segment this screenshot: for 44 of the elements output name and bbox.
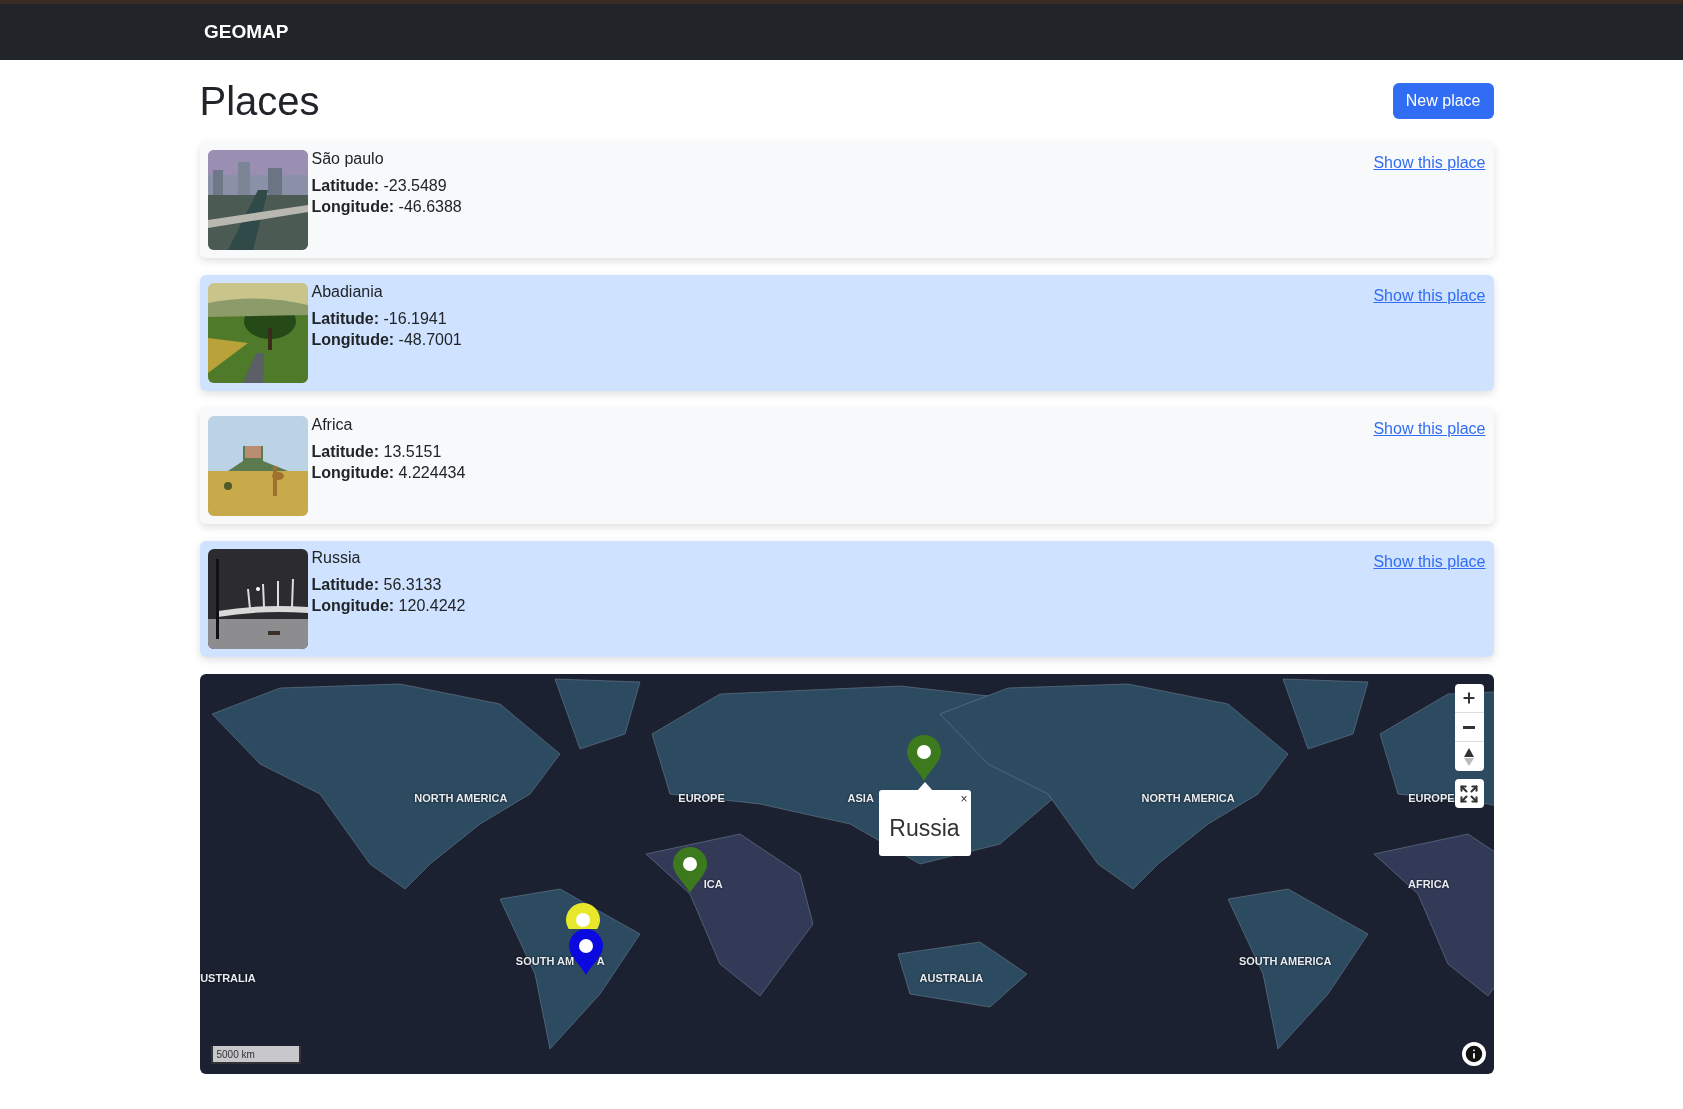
- longitude-text: Longitude: -46.6388: [311, 198, 462, 216]
- map-label: ASIA: [847, 791, 874, 804]
- compass-icon: [1463, 746, 1475, 767]
- map-label: A: [596, 955, 605, 968]
- map-label: AUSTRALIA: [919, 972, 984, 985]
- place-name: São paulo: [311, 150, 385, 168]
- latitude-text: Latitude: -16.1941: [311, 310, 448, 328]
- latitude-text: Latitude: 56.3133: [311, 576, 443, 594]
- show-place-link[interactable]: Show this place: [1373, 287, 1486, 305]
- brand-link[interactable]: GEOMAP: [204, 21, 289, 43]
- map-label: USTRALIA: [200, 972, 256, 985]
- info-icon: [1462, 1043, 1485, 1065]
- plus-icon: [1461, 690, 1477, 706]
- map-label: EUROPE: [1408, 791, 1455, 804]
- map-pin-icon[interactable]: [905, 734, 944, 782]
- popup-title: Russia: [889, 814, 960, 842]
- latitude-text: Latitude: 13.5151: [311, 443, 443, 461]
- map-label: EUROPE: [678, 791, 725, 804]
- minus-icon: [1463, 725, 1475, 729]
- place-name: Africa: [311, 416, 354, 434]
- longitude-text: Longitude: -48.7001: [311, 331, 462, 349]
- map-label: NORTH AMERICA: [1141, 791, 1235, 804]
- scale-bar: 5000 km: [210, 1046, 301, 1064]
- place-name: Russia: [311, 549, 362, 567]
- info-button[interactable]: [1461, 1042, 1486, 1066]
- map-pin-icon[interactable]: [563, 902, 602, 929]
- map-label: SOUTH AMERICA: [1238, 955, 1332, 968]
- map-label: NORTH AMERICA: [414, 791, 508, 804]
- show-place-link[interactable]: Show this place: [1373, 420, 1486, 438]
- fullscreen-icon: [1459, 783, 1479, 804]
- close-button[interactable]: ×: [960, 792, 968, 806]
- map[interactable]: NORTH AMERICA EUROPE ASIA NORTH AMERICA EUROPE Russia × ICA AFRICA SOUTH AM A SOUTH AMERICA USTRALIA AUSTRALIA 5000 km: [199, 674, 1494, 1074]
- show-place-link[interactable]: Show this place: [1373, 553, 1486, 571]
- new-place-button[interactable]: New place: [1392, 83, 1494, 119]
- longitude-text: Longitude: 4.224434: [311, 464, 466, 482]
- map-label: ICA: [703, 877, 723, 890]
- latitude-text: Latitude: -23.5489: [311, 177, 448, 195]
- map-label: SOUTH AM: [515, 955, 575, 968]
- map-label: AFRICA: [1408, 877, 1450, 890]
- place-name: Abadiania: [311, 283, 384, 301]
- show-place-link[interactable]: Show this place: [1373, 154, 1486, 172]
- page-title: Places: [199, 78, 320, 124]
- longitude-text: Longitude: 120.4242: [311, 597, 466, 615]
- popup-pointer: [916, 782, 933, 791]
